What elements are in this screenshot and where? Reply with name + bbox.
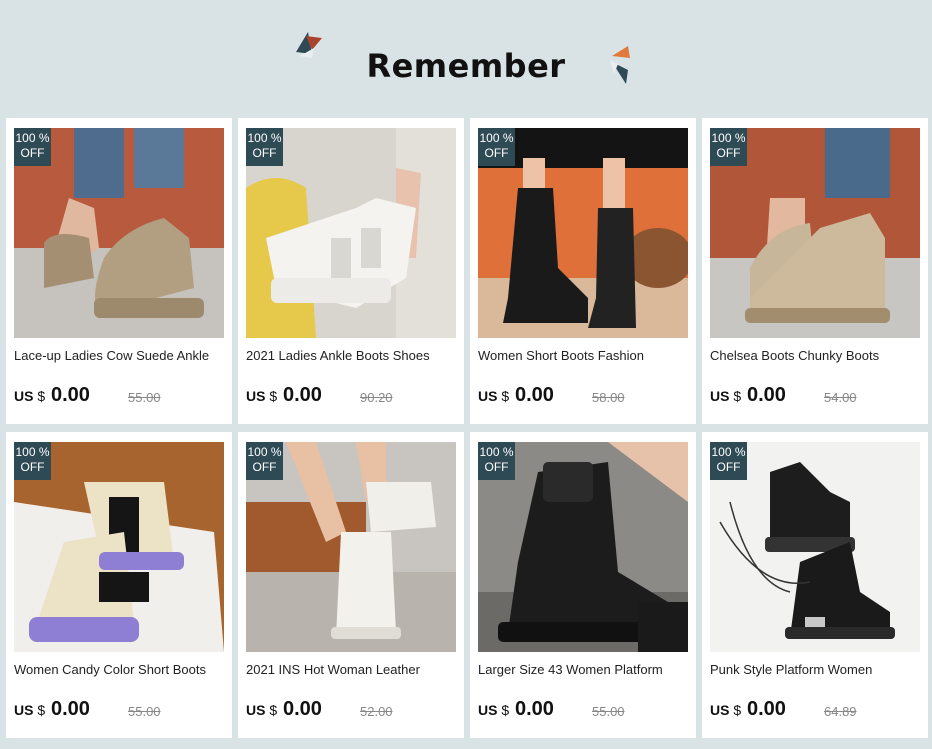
discount-badge: 100 % OFF xyxy=(14,128,51,166)
original-price: 54.00 xyxy=(824,390,857,405)
currency-label: US $ xyxy=(710,702,742,718)
price-row: US $ 0.00 52.00 xyxy=(246,698,458,724)
price-row: US $ 0.00 54.00 xyxy=(710,384,922,410)
discount-badge: 100 % OFF xyxy=(14,442,51,480)
price-row: US $ 0.00 55.00 xyxy=(14,698,226,724)
product-name[interactable]: Lace-up Ladies Cow Suede Ankle xyxy=(14,348,226,363)
product-name[interactable]: Chelsea Boots Chunky Boots xyxy=(710,348,922,363)
currency-label: US $ xyxy=(14,702,46,718)
product-name[interactable]: 2021 INS Hot Woman Leather xyxy=(246,662,458,677)
currency-label: US $ xyxy=(14,388,46,404)
discount-badge: 100 % OFF xyxy=(710,128,747,166)
product-name[interactable]: 2021 Ladies Ankle Boots Shoes xyxy=(246,348,458,363)
product-name[interactable]: Punk Style Platform Women xyxy=(710,662,922,677)
product-card[interactable]: 100 % OFF Women Candy Color Short Boots U… xyxy=(6,432,232,738)
currency-label: US $ xyxy=(246,702,278,718)
price-row: US $ 0.00 58.00 xyxy=(478,384,690,410)
product-card[interactable]: 100 % OFF Chelsea Boots Chunky Boots US $… xyxy=(702,118,928,424)
discount-badge: 100 % OFF xyxy=(246,128,283,166)
discount-badge: 100 % OFF xyxy=(478,442,515,480)
discount-badge: 100 % OFF xyxy=(710,442,747,480)
product-card[interactable]: 100 % OFF 2021 Ladies Ankle Boots Shoes U… xyxy=(238,118,464,424)
price-row: US $ 0.00 55.00 xyxy=(14,384,226,410)
original-price: 55.00 xyxy=(128,390,161,405)
currency-label: US $ xyxy=(478,388,510,404)
current-price: 0.00 xyxy=(283,384,322,406)
price-row: US $ 0.00 90.20 xyxy=(246,384,458,410)
product-card[interactable]: 100 % OFF Lace-up Ladies Cow Suede Ankle … xyxy=(6,118,232,424)
currency-label: US $ xyxy=(478,702,510,718)
currency-label: US $ xyxy=(246,388,278,404)
current-price: 0.00 xyxy=(515,384,554,406)
discount-badge: 100 % OFF xyxy=(246,442,283,480)
original-price: 90.20 xyxy=(360,390,393,405)
original-price: 52.00 xyxy=(360,704,393,719)
product-name[interactable]: Larger Size 43 Women Platform xyxy=(478,662,690,677)
triangle-decoration-icon xyxy=(610,46,630,84)
price-row: US $ 0.00 64.89 xyxy=(710,698,922,724)
current-price: 0.00 xyxy=(283,698,322,720)
current-price: 0.00 xyxy=(515,698,554,720)
section-header: Remember xyxy=(0,0,932,118)
section-title: Remember xyxy=(366,47,566,85)
product-name[interactable]: Women Short Boots Fashion xyxy=(478,348,690,363)
product-name[interactable]: Women Candy Color Short Boots xyxy=(14,662,226,677)
currency-label: US $ xyxy=(710,388,742,404)
original-price: 55.00 xyxy=(128,704,161,719)
product-card[interactable]: 100 % OFF Punk Style Platform Women US $ … xyxy=(702,432,928,738)
current-price: 0.00 xyxy=(51,698,90,720)
product-card[interactable]: 100 % OFF Larger Size 43 Women Platform U… xyxy=(470,432,696,738)
current-price: 0.00 xyxy=(51,384,90,406)
current-price: 0.00 xyxy=(747,698,786,720)
price-row: US $ 0.00 55.00 xyxy=(478,698,690,724)
discount-badge: 100 % OFF xyxy=(478,128,515,166)
original-price: 58.00 xyxy=(592,390,625,405)
product-card[interactable]: 100 % OFF Women Short Boots Fashion US $ … xyxy=(470,118,696,424)
original-price: 55.00 xyxy=(592,704,625,719)
product-card[interactable]: 100 % OFF 2021 INS Hot Woman Leather US $… xyxy=(238,432,464,738)
current-price: 0.00 xyxy=(747,384,786,406)
original-price: 64.89 xyxy=(824,704,857,719)
product-grid: 100 % OFF Lace-up Ladies Cow Suede Ankle … xyxy=(6,118,928,744)
